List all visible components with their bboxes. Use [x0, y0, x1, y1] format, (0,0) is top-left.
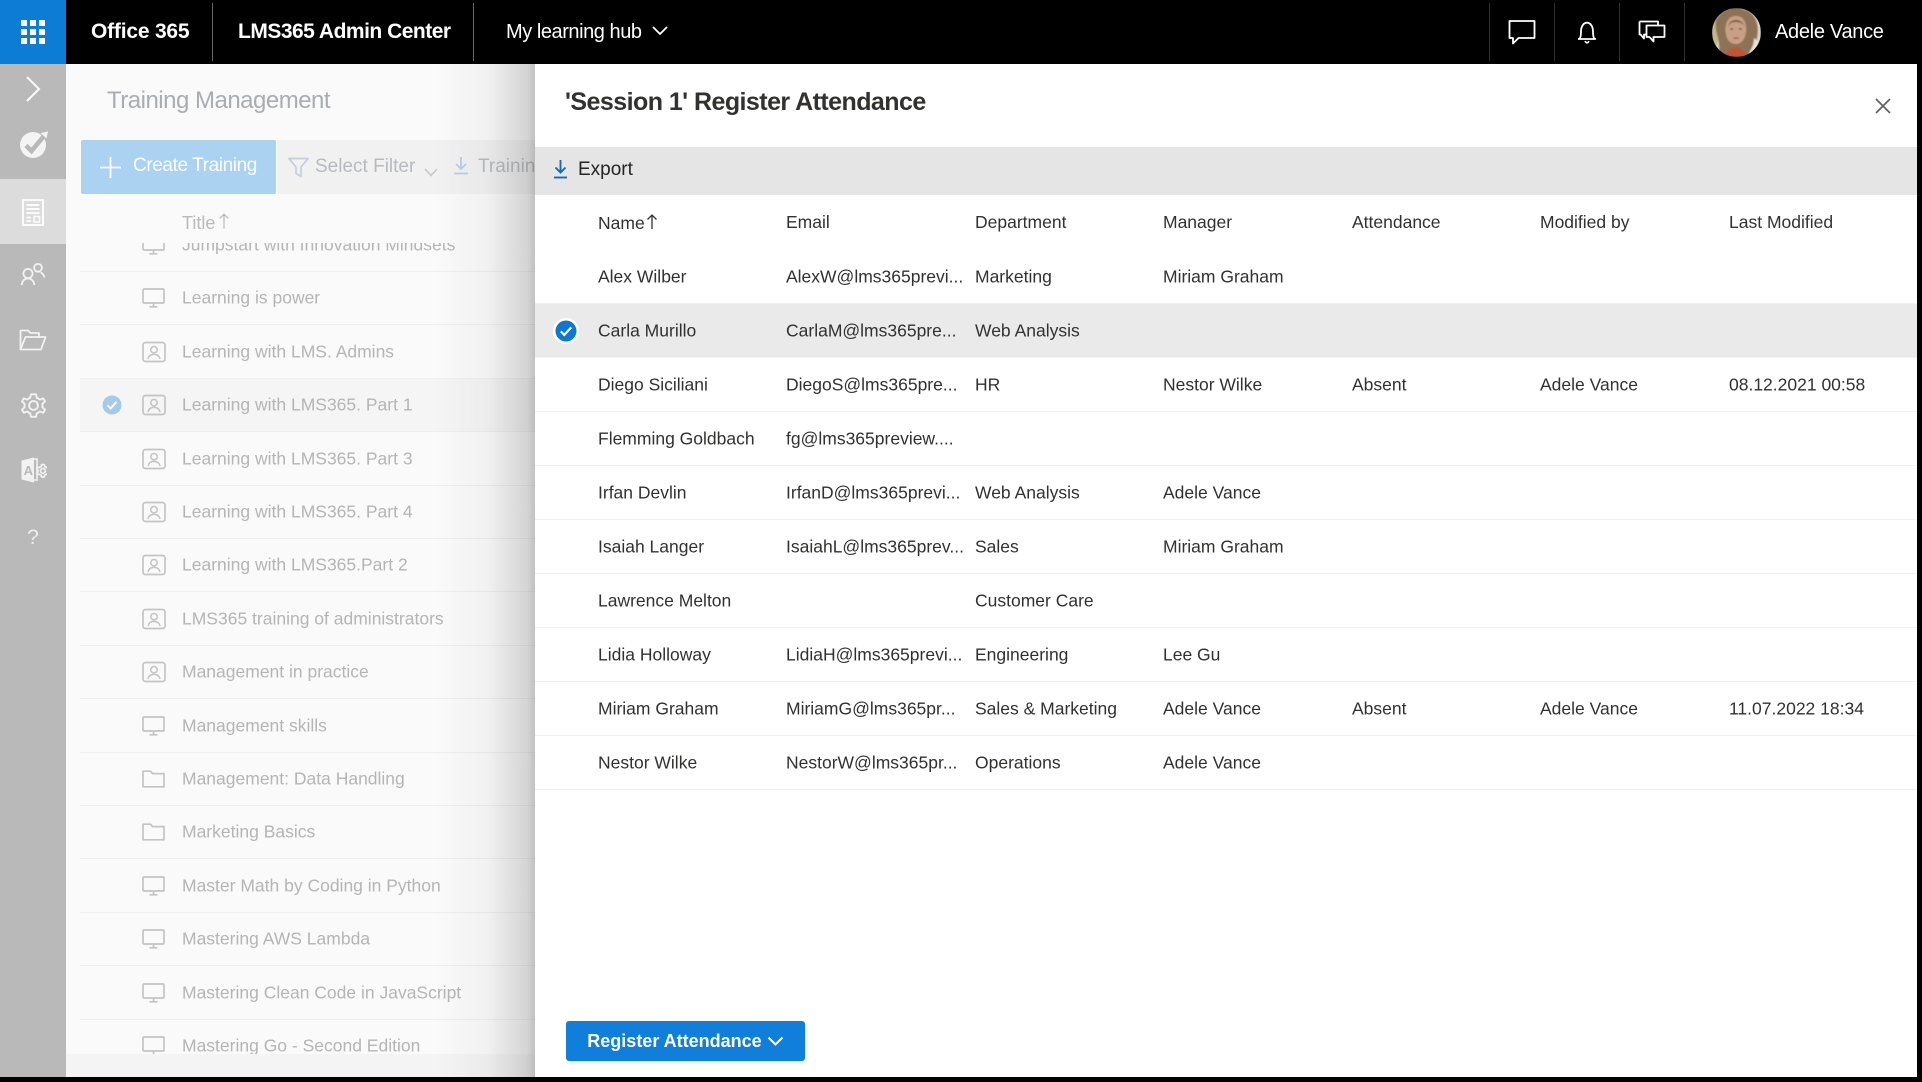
- svg-text:A: A: [23, 463, 33, 478]
